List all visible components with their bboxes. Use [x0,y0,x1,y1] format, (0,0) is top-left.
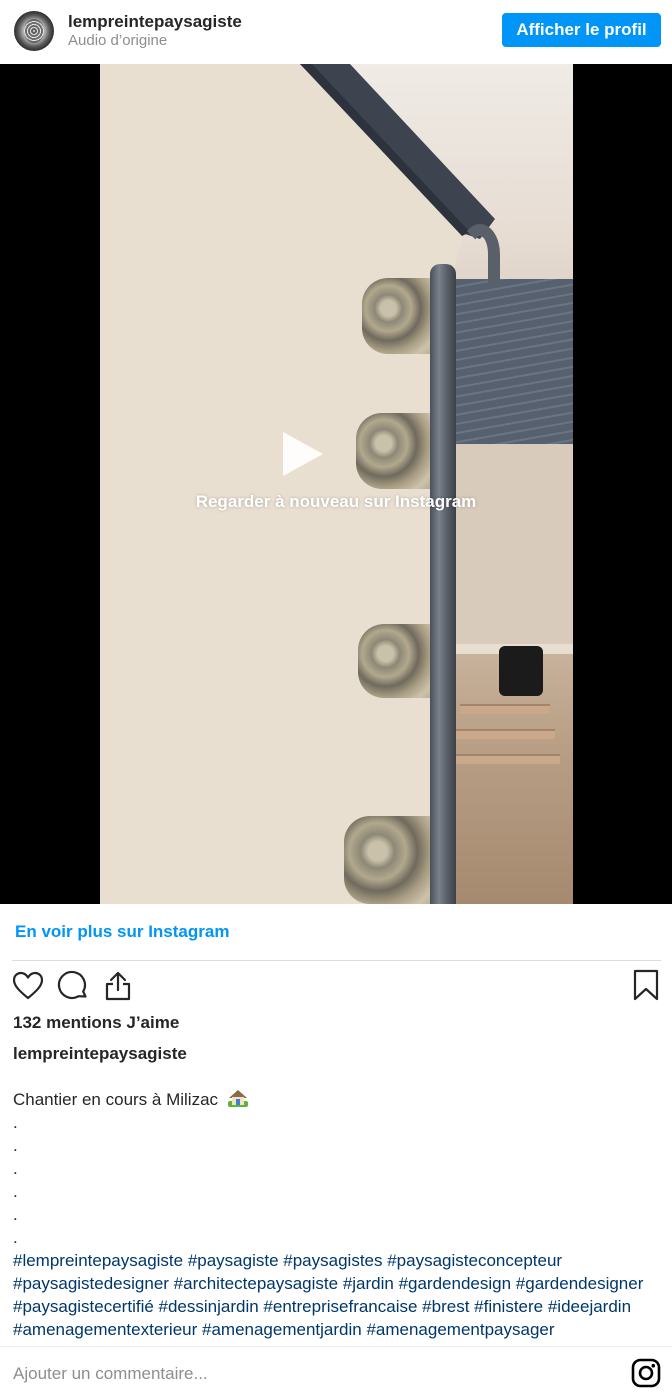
comment-divider [0,1346,672,1347]
hashtags[interactable]: #lempreintepaysagiste #paysagiste #paysa… [13,1249,663,1341]
caption-dot: . [13,1228,18,1247]
caption-dot: . [13,1182,18,1201]
caption-dot: . [13,1136,18,1155]
house-garden-emoji-icon [227,1090,248,1107]
comment-input[interactable] [13,1362,593,1386]
username[interactable]: lempreintepaysagiste [68,12,242,32]
caption-dot: . [13,1113,18,1132]
caption-username[interactable]: lempreintepaysagiste [13,1044,187,1064]
house-facade [100,64,495,904]
downpipe [430,264,456,904]
post-header: lempreintepaysagiste Audio d’origine Aff… [0,0,672,64]
caption-text: Chantier en cours à Milizac [13,1090,219,1109]
caption-dot: . [13,1205,18,1224]
video-player[interactable]: Regarder à nouveau sur Instagram [0,64,672,904]
gutter-bend [460,224,500,284]
instagram-icon[interactable] [631,1358,661,1388]
heart-icon[interactable] [12,970,44,1002]
watch-again-link[interactable]: Regarder à nouveau sur Instagram [0,492,672,512]
caption-dot: . [13,1159,18,1178]
avatar[interactable] [14,11,54,51]
view-profile-button[interactable]: Afficher le profil [502,13,661,47]
likes-count[interactable]: 132 mentions J’aime [13,1013,179,1033]
caption: Chantier en cours à Milizac . . . . . . … [13,1088,663,1341]
share-icon[interactable] [102,970,134,1002]
audio-label[interactable]: Audio d’origine [68,32,167,49]
play-icon[interactable] [283,432,323,476]
bookmark-icon[interactable] [630,968,662,1002]
video-frame [100,64,573,904]
see-more-link[interactable]: En voir plus sur Instagram [15,922,229,942]
comment-icon[interactable] [57,970,89,1002]
divider [12,960,661,961]
